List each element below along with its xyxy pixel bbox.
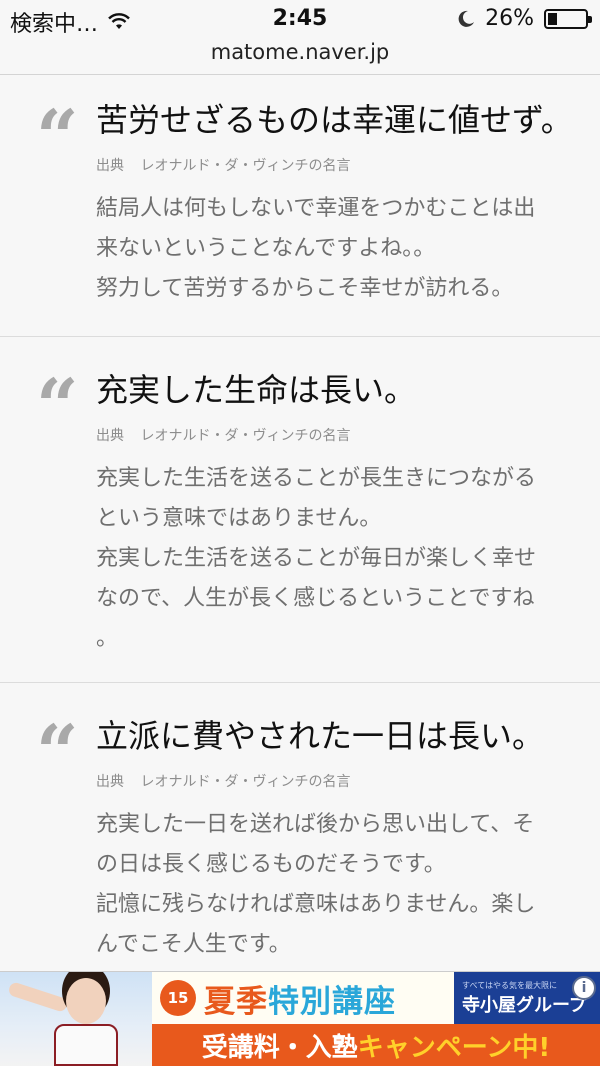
ad-bottom-part1: 受講料・入塾	[201, 1032, 358, 1063]
ad-title-part1: 夏季	[204, 983, 268, 1020]
quote-card: “ 充実した生命は長い。 出典 レオナルド・ダ・ヴィンチの名言 充実した生活を送…	[0, 337, 600, 683]
quote-body: 充実した一日を送れば後から思い出して、そ の日は長く感じるものだそうです。 記憶…	[96, 805, 570, 965]
quote-body: 結局人は何もしないで幸運をつかむことは出 来ないということなんですよね。。 努力…	[96, 189, 570, 309]
ad-photo-head	[66, 978, 106, 1024]
url-text: matome.naver.jp	[210, 40, 390, 64]
ad-info-icon[interactable]: i	[572, 976, 596, 1000]
body-line: 記憶に残らなければ意味はありません。楽し	[96, 892, 536, 918]
body-line: 努力して苦労するからこそ幸せが訪れる。	[96, 276, 514, 302]
quote-body: 充実した生活を送ることが長生きにつながる という意味ではありません。 充実した生…	[96, 459, 570, 659]
body-line: 来ないということなんですよね。。	[96, 236, 436, 262]
status-right: 26%	[457, 6, 592, 31]
status-bar: 検索中… 2:45 26%	[0, 0, 600, 40]
body-line: 充実した一日を送れば後から思い出して、そ	[96, 812, 535, 838]
battery-fill	[548, 12, 557, 25]
ad-photo-body	[54, 1024, 118, 1066]
body-line: 結局人は何もしないで幸運をつかむことは出	[96, 196, 536, 222]
quote-source: 出典 レオナルド・ダ・ヴィンチの名言	[96, 425, 570, 445]
quote-card: “ 苦労せざるものは幸運に値せず。 出典 レオナルド・ダ・ヴィンチの名言 結局人…	[0, 75, 600, 337]
body-line: という意味ではありません。	[96, 506, 382, 532]
ad-badge: 15	[160, 980, 196, 1016]
body-line: の日は長く感じるものだそうです。	[96, 852, 446, 878]
quote-title[interactable]: 充実した生命は長い。	[96, 371, 570, 409]
quote-mark-icon: “	[36, 710, 79, 796]
quote-source: 出典 レオナルド・ダ・ヴィンチの名言	[96, 771, 570, 791]
quote-card: “ 立派に費やされた一日は長い。 出典 レオナルド・ダ・ヴィンチの名言 充実した…	[0, 683, 600, 983]
quote-mark-icon: “	[36, 95, 79, 181]
ad-title-part2: 特別講座	[268, 983, 396, 1020]
quote-title[interactable]: 苦労せざるものは幸運に値せず。	[96, 101, 573, 139]
body-line: 充実した生活を送ることが毎日が楽しく幸せ	[96, 546, 537, 572]
body-line: なので、人生が長く感じるということですね	[96, 586, 535, 612]
moon-icon	[458, 10, 475, 27]
source-label: 出典	[96, 774, 124, 791]
ad-bottom-part2: キャンペーン中!	[357, 1032, 551, 1063]
quote-list: “ 苦労せざるものは幸運に値せず。 出典 レオナルド・ダ・ヴィンチの名言 結局人…	[0, 75, 600, 983]
ad-photo	[0, 972, 152, 1066]
ad-top: 15 夏季特別講座	[152, 972, 454, 1024]
body-line: 。	[96, 626, 119, 652]
quote-source: 出典 レオナルド・ダ・ヴィンチの名言	[96, 155, 570, 175]
battery-percent: 26%	[485, 6, 534, 31]
body-line: 充実した生活を送ることが長生きにつながる	[96, 466, 537, 492]
ad-title: 夏季特別講座	[204, 976, 396, 1021]
source-link[interactable]: レオナルド・ダ・ヴィンチの名言	[140, 158, 350, 174]
ad-photo-arm	[7, 981, 69, 1013]
quote-mark-icon: “	[36, 364, 79, 450]
ad-bottom: 受講料・入塾 キャンペーン中!	[152, 1024, 600, 1066]
source-link[interactable]: レオナルド・ダ・ヴィンチの名言	[140, 774, 350, 790]
url-bar[interactable]: matome.naver.jp	[0, 40, 600, 75]
quote-title[interactable]: 立派に費やされた一日は長い。	[96, 717, 570, 755]
source-label: 出典	[96, 428, 124, 445]
ad-banner[interactable]: 15 夏季特別講座 すべてはやる気を最大限に 寺小屋グループ i 受講料・入塾キ…	[0, 971, 600, 1066]
source-label: 出典	[96, 158, 124, 175]
source-link[interactable]: レオナルド・ダ・ヴィンチの名言	[140, 428, 350, 444]
body-line: んでこそ人生です。	[96, 932, 291, 958]
battery-icon	[544, 8, 592, 29]
